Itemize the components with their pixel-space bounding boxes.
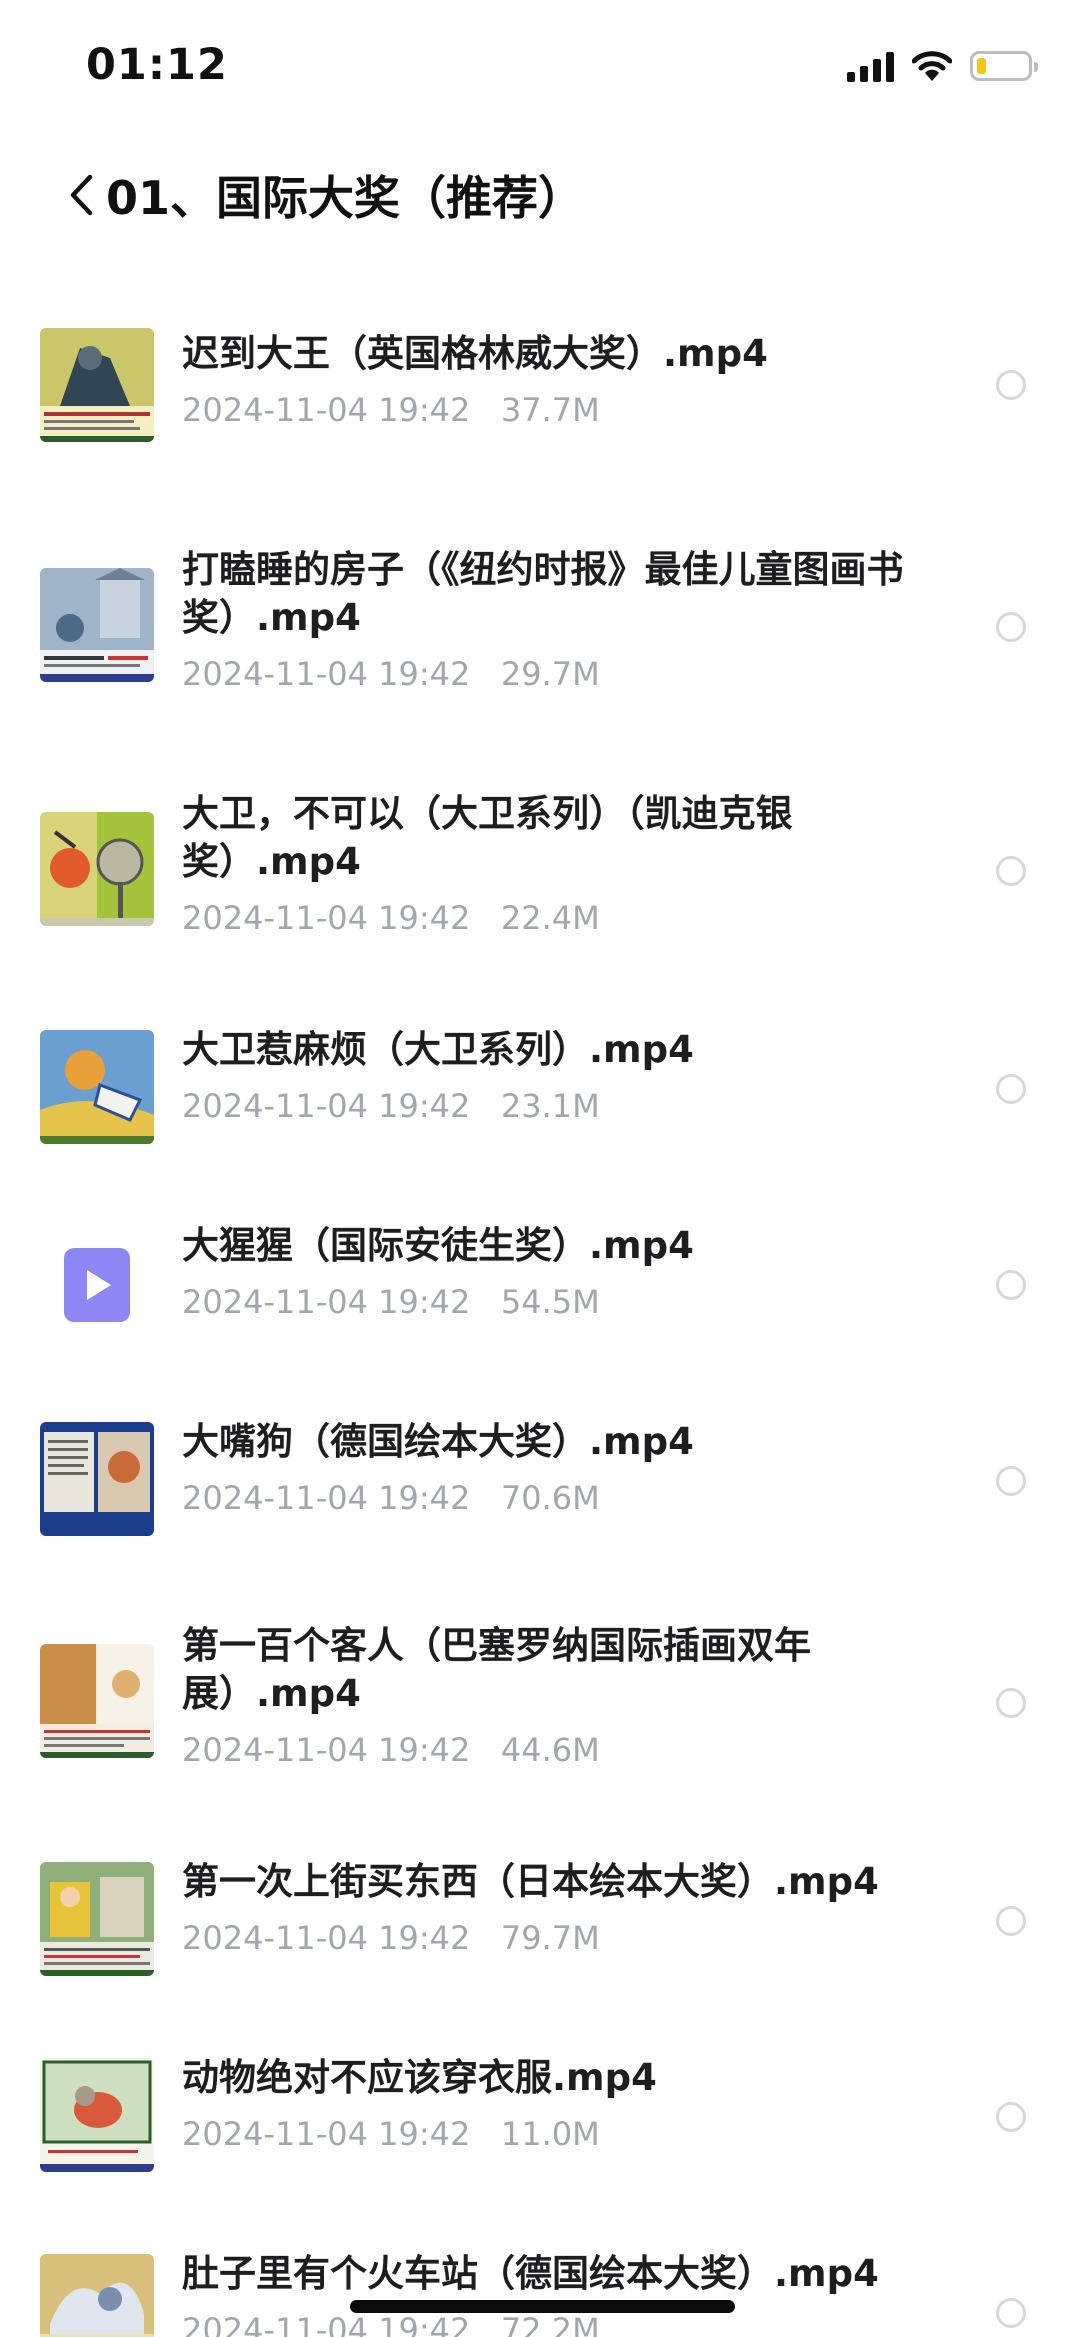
video-thumbnail [40, 2058, 154, 2172]
file-name: 大嘴狗（德国绘本大奖）.mp4 [182, 1420, 694, 1463]
file-meta: 2024-11-04 19:42 72.2M [182, 2310, 600, 2337]
file-date: 2024-11-04 19:42 [182, 899, 471, 937]
file-row[interactable]: 大猩猩（国际安徒生奖）.mp4 2024-11-04 19:42 54.5M [0, 1204, 1080, 1400]
file-name: 打瞌睡的房子（《纽约时报》最佳儿童图画书奖）.mp4 [182, 548, 904, 639]
video-thumbnail [40, 1862, 154, 1976]
file-date: 2024-11-04 19:42 [182, 1731, 471, 1769]
file-row[interactable]: 第一次上街买东西（日本绘本大奖）.mp4 2024-11-04 19:42 79… [0, 1840, 1080, 2036]
video-thumbnail [40, 568, 154, 682]
file-name: 肚子里有个火车站（德国绘本大奖）.mp4 [182, 2252, 879, 2295]
file-name: 第一次上街买东西（日本绘本大奖）.mp4 [182, 1860, 879, 1903]
select-radio[interactable] [996, 612, 1026, 642]
battery-icon [970, 51, 1038, 81]
file-name: 迟到大王（英国格林威大奖）.mp4 [182, 332, 768, 375]
select-radio[interactable] [996, 1688, 1026, 1718]
file-meta: 2024-11-04 19:42 79.7M [182, 1918, 600, 1958]
file-meta: 2024-11-04 19:42 29.7M [182, 654, 600, 694]
file-date: 2024-11-04 19:42 [182, 2115, 471, 2153]
file-size: 23.1M [500, 1087, 600, 1125]
file-size: 37.7M [500, 391, 600, 429]
select-radio[interactable] [996, 1270, 1026, 1300]
file-date: 2024-11-04 19:42 [182, 1283, 471, 1321]
file-date: 2024-11-04 19:42 [182, 391, 471, 429]
file-date: 2024-11-04 19:42 [182, 1087, 471, 1125]
file-size: 29.7M [500, 655, 600, 693]
file-meta: 2024-11-04 19:42 23.1M [182, 1086, 600, 1126]
file-size: 44.6M [500, 1731, 600, 1769]
select-radio[interactable] [996, 2298, 1026, 2328]
video-thumbnail [40, 1644, 154, 1758]
file-size: 54.5M [500, 1283, 600, 1321]
file-name: 大猩猩（国际安徒生奖）.mp4 [182, 1224, 694, 1267]
file-meta: 2024-11-04 19:42 70.6M [182, 1478, 600, 1518]
status-time: 01:12 [86, 40, 228, 90]
video-thumbnail [40, 812, 154, 926]
file-meta: 2024-11-04 19:42 44.6M [182, 1730, 600, 1770]
file-name: 大卫，不可以（大卫系列）（凯迪克银奖）.mp4 [182, 792, 793, 883]
file-row[interactable]: 动物绝对不应该穿衣服.mp4 2024-11-04 19:42 11.0M [0, 2036, 1080, 2232]
page-title: 01、国际大奖（推荐） [106, 171, 585, 225]
select-radio[interactable] [996, 856, 1026, 886]
file-name: 大卫惹麻烦（大卫系列）.mp4 [182, 1028, 694, 1071]
file-size: 70.6M [500, 1479, 600, 1517]
file-row[interactable]: 第一百个客人（巴塞罗纳国际插画双年展）.mp4 2024-11-04 19:42… [0, 1596, 1080, 1840]
select-radio[interactable] [996, 1074, 1026, 1104]
select-radio[interactable] [996, 370, 1026, 400]
video-thumbnail [40, 2254, 154, 2337]
header: 01、国际大奖（推荐） [0, 150, 1080, 240]
file-row[interactable]: 大卫，不可以（大卫系列）（凯迪克银奖）.mp4 2024-11-04 19:42… [0, 764, 1080, 1008]
home-indicator[interactable] [350, 2300, 735, 2313]
video-thumbnail [40, 1422, 154, 1536]
file-date: 2024-11-04 19:42 [182, 655, 471, 693]
file-list: 迟到大王（英国格林威大奖）.mp4 2024-11-04 19:42 37.7M… [0, 300, 1080, 2337]
file-name: 动物绝对不应该穿衣服.mp4 [182, 2056, 657, 2099]
file-row[interactable]: 肚子里有个火车站（德国绘本大奖）.mp4 2024-11-04 19:42 72… [0, 2232, 1080, 2337]
battery-level [977, 58, 986, 74]
file-list-screen: 01:12 01、国际大奖（推荐） 迟到大王（英国格林威大奖）.mp4 2024… [0, 0, 1080, 2337]
file-meta: 2024-11-04 19:42 22.4M [182, 898, 600, 938]
file-row[interactable]: 大嘴狗（德国绘本大奖）.mp4 2024-11-04 19:42 70.6M [0, 1400, 1080, 1596]
file-date: 2024-11-04 19:42 [182, 1479, 471, 1517]
video-thumbnail [40, 1226, 154, 1340]
file-row[interactable]: 迟到大王（英国格林威大奖）.mp4 2024-11-04 19:42 37.7M [0, 300, 1080, 520]
file-size: 11.0M [500, 2115, 600, 2153]
status-bar: 01:12 [0, 0, 1080, 130]
file-name: 第一百个客人（巴塞罗纳国际插画双年展）.mp4 [182, 1624, 811, 1715]
video-thumbnail [40, 1030, 154, 1144]
file-size: 79.7M [500, 1919, 600, 1957]
select-radio[interactable] [996, 1466, 1026, 1496]
file-meta: 2024-11-04 19:42 54.5M [182, 1282, 600, 1322]
file-date: 2024-11-04 19:42 [182, 1919, 471, 1957]
file-size: 72.2M [500, 2311, 600, 2337]
file-meta: 2024-11-04 19:42 11.0M [182, 2114, 600, 2154]
select-radio[interactable] [996, 2102, 1026, 2132]
back-button[interactable] [56, 160, 106, 230]
status-icons [847, 46, 1038, 86]
file-row[interactable]: 大卫惹麻烦（大卫系列）.mp4 2024-11-04 19:42 23.1M [0, 1008, 1080, 1204]
chevron-left-icon [70, 174, 93, 216]
select-radio[interactable] [996, 1906, 1026, 1936]
file-date: 2024-11-04 19:42 [182, 2311, 471, 2337]
video-thumbnail [40, 328, 154, 442]
file-row[interactable]: 打瞌睡的房子（《纽约时报》最佳儿童图画书奖）.mp4 2024-11-04 19… [0, 520, 1080, 764]
file-size: 22.4M [500, 899, 600, 937]
file-meta: 2024-11-04 19:42 37.7M [182, 390, 600, 430]
wifi-icon [912, 51, 952, 81]
cellular-signal-icon [847, 50, 894, 82]
